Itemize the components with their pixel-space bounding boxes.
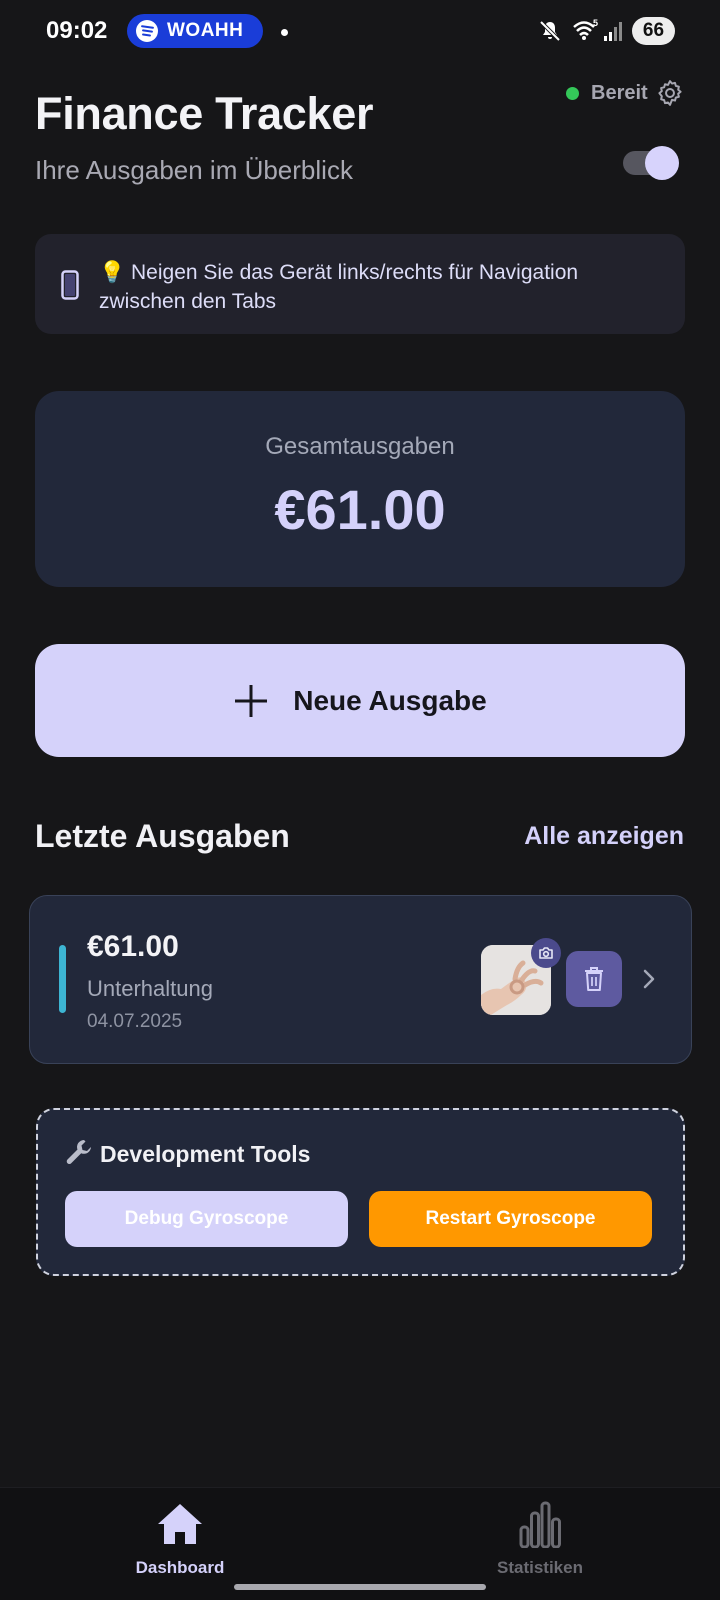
home-indicator[interactable]: [234, 1584, 486, 1590]
mute-icon: [539, 20, 561, 42]
status-dot: [566, 87, 579, 100]
toggle-thumb: [645, 146, 679, 180]
nav-label-dashboard: Dashboard: [135, 1558, 225, 1577]
category-color-bar: [59, 945, 66, 1013]
svg-text:5: 5: [593, 18, 598, 28]
trash-icon: [585, 967, 603, 991]
theme-toggle[interactable]: [623, 146, 679, 180]
dev-tools-panel: Development Tools Debug Gyroscope Restar…: [36, 1108, 685, 1276]
battery-icon: 66: [632, 17, 675, 45]
dev-tools-title: Development Tools: [100, 1141, 311, 1167]
hint-label: Neigen Sie das Gerät links/rechts für Na…: [99, 261, 579, 313]
wifi-icon: 5: [573, 18, 598, 40]
bar-chart-icon: [519, 1501, 561, 1548]
total-card: Gesamtausgaben €61.00: [35, 391, 685, 587]
signal-icon: [604, 22, 622, 41]
recent-title: Letzte Ausgaben: [35, 818, 290, 854]
expense-item[interactable]: €61.00 Unterhaltung 04.07.2025: [29, 895, 692, 1064]
screen: 09:02 WOAHH 5 66 Finance Tracker Ihre Au…: [0, 0, 720, 1600]
nav-item-statistics[interactable]: Statistiken: [440, 1488, 640, 1588]
nav-item-dashboard[interactable]: Dashboard: [80, 1488, 280, 1588]
expense-category: Unterhaltung: [87, 976, 213, 1001]
status-time: 09:02: [46, 17, 108, 44]
tilt-hint-card: 💡 Neigen Sie das Gerät links/rechts für …: [35, 234, 685, 334]
total-value: €61.00: [274, 478, 446, 541]
show-all-link[interactable]: Alle anzeigen: [524, 822, 684, 851]
wrench-icon: [66, 1140, 91, 1164]
media-pill[interactable]: WOAHH: [127, 14, 263, 48]
expense-date: 04.07.2025: [87, 1011, 183, 1032]
debug-gyroscope-button[interactable]: Debug Gyroscope: [65, 1191, 348, 1247]
new-expense-button[interactable]: Neue Ausgabe: [35, 644, 685, 757]
status-indicator: Bereit: [566, 82, 648, 105]
plus-icon: [235, 684, 268, 717]
page-title: Finance Tracker: [35, 88, 374, 139]
page-subtitle: Ihre Ausgaben im Überblick: [35, 155, 353, 185]
status-bar: 09:02 WOAHH 5 66: [0, 0, 720, 62]
hint-text: 💡 Neigen Sie das Gerät links/rechts für …: [99, 258, 669, 316]
camera-icon: [531, 938, 561, 968]
new-expense-label: Neue Ausgabe: [293, 684, 487, 716]
status-label: Bereit: [591, 82, 648, 104]
gear-icon[interactable]: [656, 79, 684, 107]
spotify-icon: [136, 20, 158, 42]
media-label: WOAHH: [167, 20, 244, 41]
expense-amount: €61.00: [87, 930, 179, 963]
delete-button[interactable]: [566, 951, 622, 1007]
nav-label-statistics: Statistiken: [497, 1558, 583, 1577]
home-icon: [158, 1504, 202, 1544]
notification-dot: [281, 29, 288, 36]
restart-gyroscope-button[interactable]: Restart Gyroscope: [369, 1191, 652, 1247]
chevron-right-icon[interactable]: [642, 968, 656, 990]
total-label: Gesamtausgaben: [265, 433, 455, 460]
phone-icon: [61, 270, 79, 300]
lightbulb-icon: 💡: [99, 261, 126, 284]
